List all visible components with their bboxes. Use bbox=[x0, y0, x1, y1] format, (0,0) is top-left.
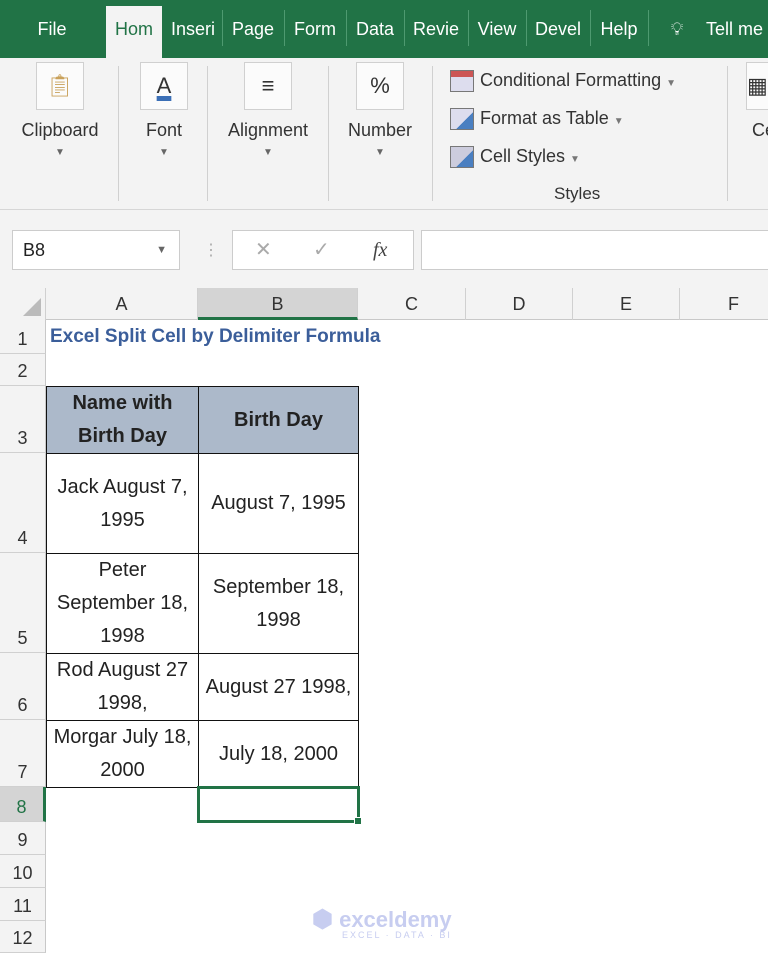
formula-bar-area: B8 ▼ ⋮ ✕ ✓ fx bbox=[0, 210, 768, 288]
exceldemy-watermark: ⬢ exceldemy EXCEL · DATA · BI bbox=[312, 906, 452, 940]
row-header-3[interactable]: 3 bbox=[0, 386, 46, 453]
row-header-8[interactable]: 8 bbox=[0, 787, 46, 822]
row-header-12[interactable]: 12 bbox=[0, 921, 46, 953]
conditional-formatting-icon bbox=[450, 70, 474, 93]
number-label: Number bbox=[347, 120, 413, 140]
tab-developer[interactable]: Devel bbox=[530, 14, 586, 44]
table-header-birthday[interactable]: Birth Day bbox=[198, 386, 359, 454]
chevron-down-icon: ▼ bbox=[156, 244, 167, 256]
tab-home[interactable]: Hom bbox=[106, 6, 162, 58]
chevron-down-icon: ▼ bbox=[55, 147, 65, 158]
tab-file[interactable]: File bbox=[22, 14, 82, 44]
row-header-4[interactable]: 4 bbox=[0, 453, 46, 553]
sheet-title-cell[interactable]: Excel Split Cell by Delimiter Formula bbox=[50, 320, 381, 354]
table-cell[interactable]: Morgar July 18, 2000 bbox=[46, 720, 199, 788]
chevron-down-icon: ▼ bbox=[263, 147, 273, 158]
enter-check-icon[interactable]: ✓ bbox=[313, 231, 330, 269]
percent-icon: % bbox=[356, 62, 404, 110]
exceldemy-logo-icon: ⬢ bbox=[312, 906, 333, 933]
table-cell[interactable]: September 18, 1998 bbox=[198, 553, 359, 654]
table-cell[interactable]: Peter September 18, 1998 bbox=[46, 553, 199, 654]
table-cell[interactable]: Rod August 27 1998, bbox=[46, 653, 199, 721]
tab-review[interactable]: Revie bbox=[408, 14, 464, 44]
conditional-formatting-button[interactable]: Conditional Formatting ▼ bbox=[450, 66, 676, 94]
column-header-b[interactable]: B bbox=[198, 288, 358, 320]
table-cell[interactable]: July 18, 2000 bbox=[198, 720, 359, 788]
chevron-down-icon: ▼ bbox=[375, 147, 385, 158]
cells-icon: ▦ bbox=[746, 62, 768, 110]
clipboard-icon: 📋︎ bbox=[36, 62, 84, 110]
chevron-down-icon: ▼ bbox=[159, 147, 169, 158]
lightbulb-icon[interactable]: 💡︎ bbox=[662, 14, 692, 44]
align-center-icon: ≡ bbox=[244, 62, 292, 110]
cells-group[interactable]: ▦ Ce bbox=[742, 58, 768, 203]
format-as-table-button[interactable]: Format as Table ▼ bbox=[450, 104, 624, 132]
formula-input[interactable] bbox=[421, 230, 768, 270]
row-header-7[interactable]: 7 bbox=[0, 720, 46, 787]
column-header-f[interactable]: F bbox=[680, 288, 768, 320]
clipboard-group[interactable]: 📋︎ Clipboard ▼ bbox=[10, 58, 110, 203]
row-header-6[interactable]: 6 bbox=[0, 653, 46, 720]
alignment-label: Alignment bbox=[227, 120, 309, 140]
number-group[interactable]: % Number ▼ bbox=[334, 58, 426, 203]
row-header-2[interactable]: 2 bbox=[0, 354, 46, 386]
formula-buttons: ✕ ✓ fx bbox=[232, 230, 414, 270]
insert-function-icon[interactable]: fx bbox=[373, 231, 387, 269]
row-header-5[interactable]: 5 bbox=[0, 553, 46, 653]
select-all-button[interactable] bbox=[0, 288, 46, 320]
tab-data[interactable]: Data bbox=[350, 14, 400, 44]
alignment-group[interactable]: ≡ Alignment ▼ bbox=[212, 58, 324, 203]
column-header-e[interactable]: E bbox=[573, 288, 680, 320]
format-as-table-icon bbox=[450, 108, 474, 131]
fill-handle[interactable] bbox=[354, 817, 362, 825]
column-header-d[interactable]: D bbox=[466, 288, 573, 320]
column-header-a[interactable]: A bbox=[46, 288, 198, 320]
column-headers: A B C D E F bbox=[0, 288, 768, 320]
row-header-9[interactable]: 9 bbox=[0, 822, 46, 855]
selected-cell-b8[interactable] bbox=[197, 786, 360, 823]
row-header-11[interactable]: 11 bbox=[0, 888, 46, 921]
tab-help[interactable]: Help bbox=[594, 14, 644, 44]
clipboard-label: Clipboard bbox=[21, 120, 99, 140]
cell-styles-button[interactable]: Cell Styles ▼ bbox=[450, 142, 580, 170]
tab-formulas[interactable]: Form bbox=[288, 14, 342, 44]
cells-label: Ce bbox=[752, 120, 768, 140]
table-cell[interactable]: August 7, 1995 bbox=[198, 453, 359, 554]
table-cell[interactable]: Jack August 7, 1995 bbox=[46, 453, 199, 554]
font-color-icon: A bbox=[140, 62, 188, 110]
name-box[interactable]: B8 ▼ bbox=[12, 230, 180, 270]
tab-view[interactable]: View bbox=[472, 14, 522, 44]
tell-me-search[interactable]: Tell me bbox=[706, 14, 768, 44]
formula-bar-splitter[interactable]: ⋮ bbox=[203, 240, 219, 260]
font-group[interactable]: A Font ▼ bbox=[124, 58, 204, 203]
font-label: Font bbox=[145, 120, 183, 140]
table-header-name[interactable]: Name with Birth Day bbox=[46, 386, 199, 454]
row-header-10[interactable]: 10 bbox=[0, 855, 46, 888]
row-header-1[interactable]: 1 bbox=[0, 320, 46, 354]
styles-group-label: Styles bbox=[554, 184, 601, 203]
column-header-c[interactable]: C bbox=[358, 288, 466, 320]
ribbon: 📋︎ Clipboard ▼ A Font ▼ ≡ Alignment ▼ % … bbox=[0, 58, 768, 210]
cancel-icon[interactable]: ✕ bbox=[255, 231, 272, 269]
ribbon-tab-bar: File Hom Inseri Page Form Data Revie Vie… bbox=[0, 0, 768, 58]
cell-styles-icon bbox=[450, 146, 474, 169]
table-cell[interactable]: August 27 1998, bbox=[198, 653, 359, 721]
tab-page-layout[interactable]: Page bbox=[226, 14, 280, 44]
tab-insert[interactable]: Inseri bbox=[166, 14, 220, 44]
